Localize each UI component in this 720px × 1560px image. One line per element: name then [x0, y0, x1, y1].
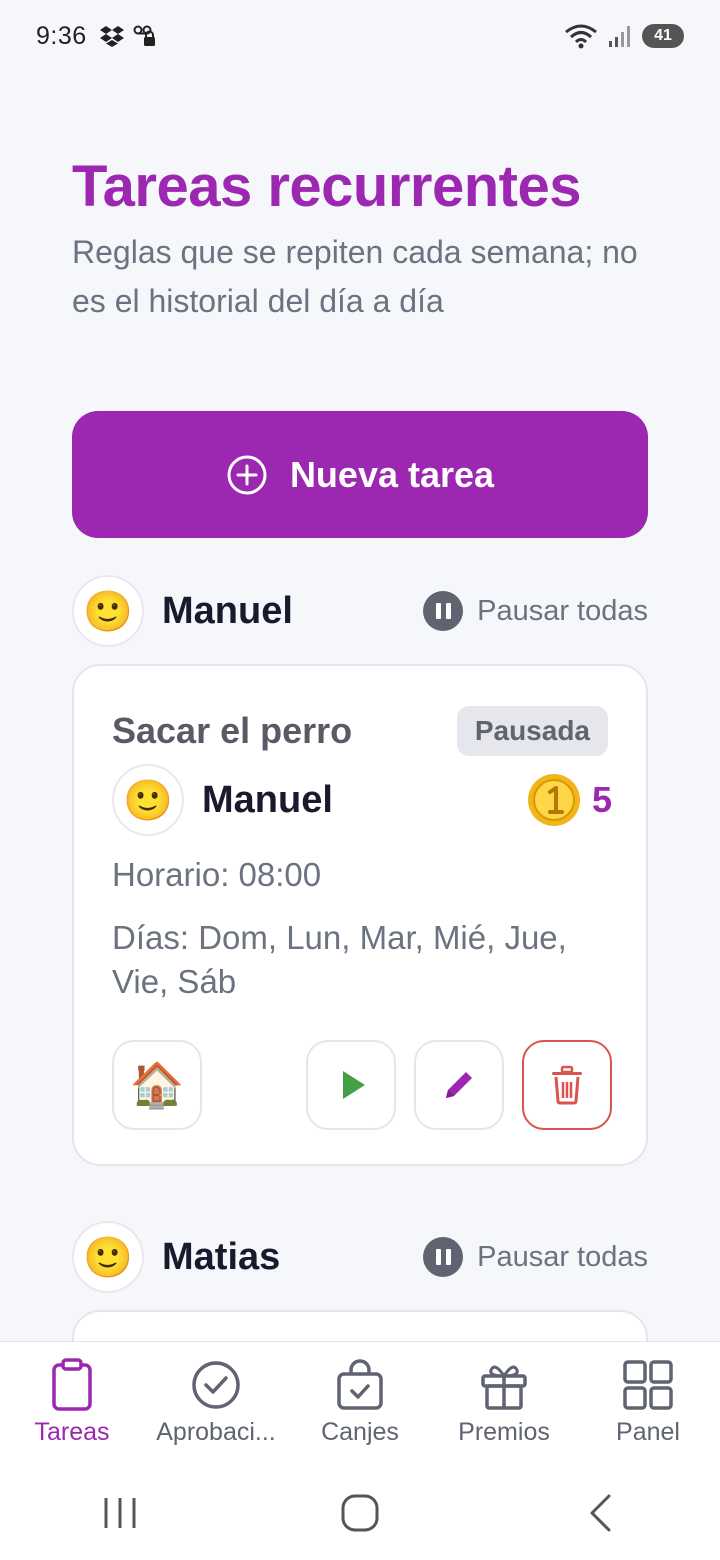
coin-icon: [527, 774, 580, 826]
pencil-icon: [446, 1072, 472, 1098]
voicemail-lock-icon: [133, 25, 155, 46]
pause-all-button[interactable]: Pausar todas: [423, 591, 648, 631]
category-button[interactable]: 🏠: [112, 1040, 202, 1130]
back-button[interactable]: [540, 1478, 660, 1548]
recent-apps-button[interactable]: [60, 1478, 180, 1548]
nav-label: Tareas: [34, 1418, 110, 1446]
status-badge: Pausada: [456, 706, 608, 756]
nav-label: Panel: [616, 1418, 680, 1446]
clipboard-icon: [52, 1358, 92, 1411]
nav-label: Premios: [458, 1418, 550, 1446]
signal-icon: [609, 26, 630, 47]
page-subtitle: Reglas que se repiten cada semana; no es…: [72, 234, 638, 319]
resume-task-button[interactable]: [306, 1040, 396, 1130]
plus-circle-icon: [227, 455, 267, 494]
nav-item-premios[interactable]: Premios: [432, 1358, 576, 1447]
person-name: Matias: [162, 1235, 281, 1278]
task-card: Sacar el perro Pausada 🙂 Manuel 5 Horari…: [72, 664, 648, 1166]
back-icon: [590, 1494, 611, 1531]
nav-label: Aprobaci...: [156, 1418, 276, 1446]
pause-all-button[interactable]: Pausar todas: [423, 1237, 648, 1277]
pause-icon: [423, 591, 464, 631]
house-icon: 🏠: [129, 1061, 185, 1110]
smiley-icon: 🙂: [83, 1235, 133, 1280]
smiley-icon: 🙂: [123, 778, 173, 823]
page-title: Tareas recurrentes: [72, 154, 582, 219]
nav-item-panel[interactable]: Panel: [576, 1358, 720, 1447]
battery-indicator: 41: [642, 24, 684, 48]
person-name: Manuel: [162, 589, 293, 632]
person-group-header: 🙂 Matias Pausar todas: [72, 1221, 648, 1293]
wifi-icon: [565, 24, 597, 49]
status-bar: 9:36 41: [0, 0, 720, 72]
check-circle-icon: [192, 1361, 240, 1409]
delete-task-button[interactable]: [522, 1040, 612, 1130]
pause-icon: [423, 1237, 464, 1277]
nav-item-tareas[interactable]: Tareas: [0, 1358, 144, 1447]
play-icon: [343, 1071, 365, 1099]
nav-item-aprobaciones[interactable]: Aprobaci...: [144, 1358, 288, 1447]
task-title: Sacar el perro: [112, 710, 353, 751]
pause-all-label: Pausar todas: [477, 594, 648, 627]
avatar: 🙂: [72, 575, 144, 647]
bottom-nav: Tareas Aprobaci... Canjes Premios Panel: [0, 1341, 720, 1465]
smiley-icon: 🙂: [83, 589, 133, 634]
grid-icon: [623, 1360, 673, 1410]
shopping-bag-check-icon: [337, 1359, 383, 1410]
home-button[interactable]: [300, 1478, 420, 1548]
assignee-row: 🙂 Manuel 5: [112, 764, 612, 836]
avatar: 🙂: [112, 764, 184, 836]
coin-amount: 5: [591, 779, 612, 820]
avatar: 🙂: [72, 1221, 144, 1293]
trash-icon: [552, 1065, 582, 1105]
coin-reward: 5: [526, 772, 612, 828]
nav-item-canjes[interactable]: Canjes: [288, 1358, 432, 1447]
pause-all-label: Pausar todas: [477, 1240, 648, 1273]
system-nav-bar: [0, 1465, 720, 1560]
recent-apps-icon: [104, 1497, 136, 1528]
home-icon: [341, 1494, 379, 1531]
person-group-header: 🙂 Manuel Pausar todas: [72, 575, 648, 647]
edit-task-button[interactable]: [414, 1040, 504, 1130]
status-time: 9:36: [36, 21, 87, 50]
gift-icon: [481, 1365, 527, 1410]
nav-label: Canjes: [321, 1418, 399, 1446]
assignee-name: Manuel: [202, 778, 333, 821]
new-task-label: Nueva tarea: [289, 453, 495, 495]
dropbox-icon: [99, 26, 124, 47]
new-task-button[interactable]: Nueva tarea: [72, 411, 648, 538]
task-days: Días: Dom, Lun, Mar, Mié, Jue, Vie, Sáb: [112, 919, 567, 1000]
task-schedule: Horario: 08:00: [112, 856, 322, 893]
